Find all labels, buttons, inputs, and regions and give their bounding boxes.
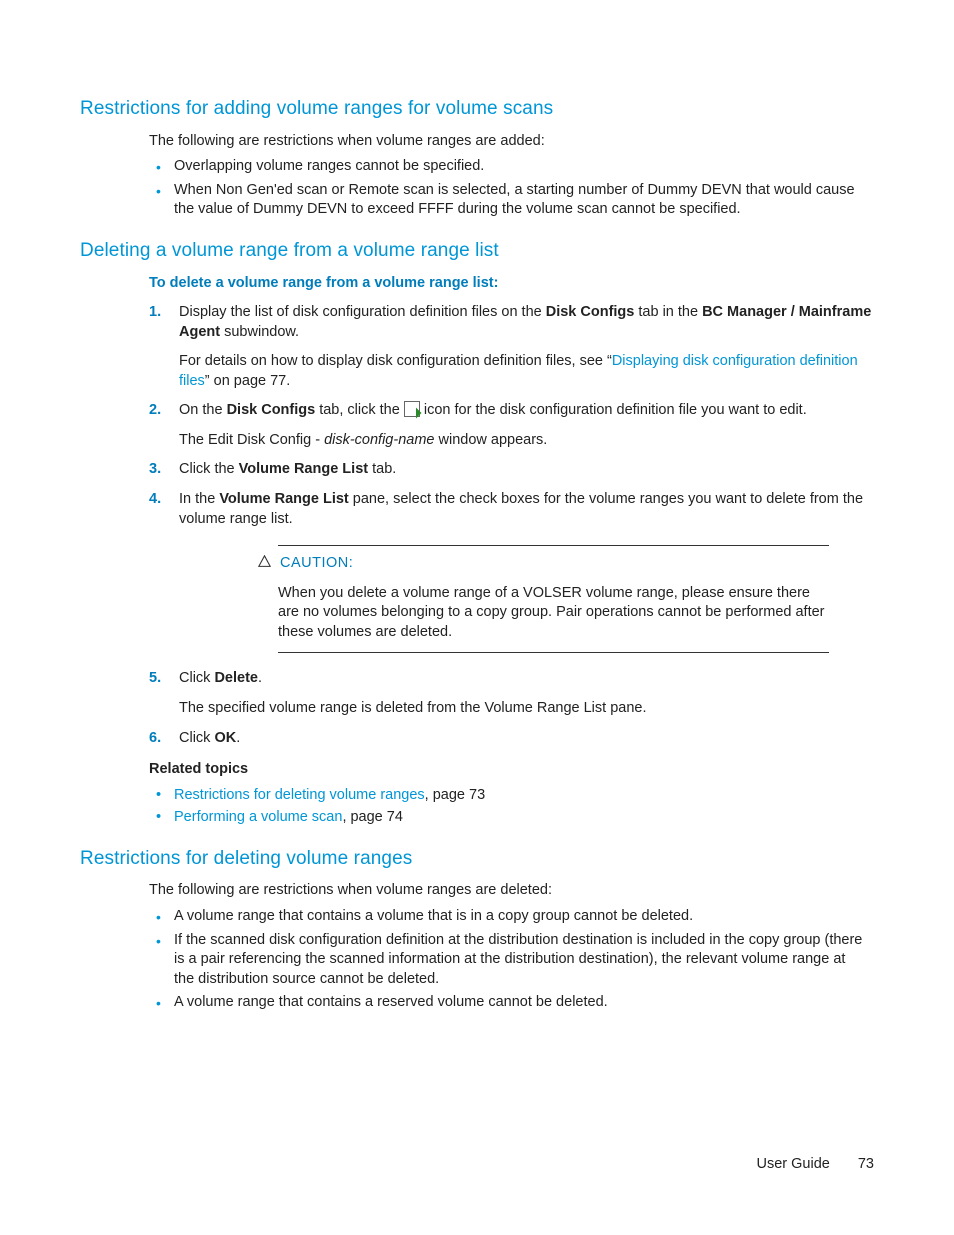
list-item: Performing a volume scan, page 74 [174,808,874,828]
ui-label: Disk Configs [227,402,316,418]
bullet-list: A volume range that contains a volume th… [174,907,874,1013]
text: tab, click the [315,402,404,418]
caution-text: When you delete a volume range of a VOLS… [278,584,829,643]
text: tab. [368,461,396,477]
text: Click [179,670,214,686]
related-topics-heading: Related topics [149,760,874,780]
paragraph: The following are restrictions when volu… [149,881,874,901]
footer-label: User Guide [756,1156,829,1172]
text: On the [179,402,227,418]
variable-text: disk-config-name [324,432,434,448]
step-1: Display the list of disk configuration d… [149,303,874,391]
text: For details on how to display disk confi… [179,353,612,369]
step-4: In the Volume Range List pane, select th… [149,490,874,653]
related-topics-list: Restrictions for deleting volume ranges,… [174,786,874,828]
heading-restrictions-add: Restrictions for adding volume ranges fo… [80,96,874,122]
list-item: Overlapping volume ranges cannot be spec… [174,157,874,177]
ui-label: OK [214,730,236,746]
procedure-title: To delete a volume range from a volume r… [149,274,874,294]
page-footer: User Guide 73 [756,1155,874,1175]
paragraph: The specified volume range is deleted fr… [179,699,874,719]
step-5: Click Delete. The specified volume range… [149,669,874,718]
ui-label: Disk Configs [546,304,635,320]
list-item: When Non Gen'ed scan or Remote scan is s… [174,181,874,220]
text: icon for the disk configuration definiti… [420,402,807,418]
ui-label: Volume Range List [239,461,368,477]
heading-restrictions-delete: Restrictions for deleting volume ranges [80,846,874,872]
caution-label: CAUTION: [280,555,353,571]
cross-reference-link[interactable]: Performing a volume scan [174,809,342,825]
text: , page 73 [425,787,485,803]
ordered-steps: Display the list of disk configuration d… [149,303,874,748]
heading-delete-range: Deleting a volume range from a volume ra… [80,238,874,264]
step-6: Click OK. [149,729,874,749]
list-item: If the scanned disk configuration defini… [174,931,874,990]
list-item: Restrictions for deleting volume ranges,… [174,786,874,806]
ui-label: Volume Range List [219,491,348,507]
list-item: A volume range that contains a volume th… [174,907,874,927]
caution-note: CAUTION: When you delete a volume range … [278,545,829,653]
text: window appears. [434,432,547,448]
paragraph: The following are restrictions when volu… [149,132,874,152]
text: Display the list of disk configuration d… [179,304,546,320]
cross-reference-link[interactable]: Restrictions for deleting volume ranges [174,787,425,803]
text: subwindow. [220,324,299,340]
caution-triangle-icon [258,555,271,568]
step-2: On the Disk Configs tab, click the icon … [149,401,874,450]
text: Click the [179,461,239,477]
text: In the [179,491,219,507]
ui-label: Delete [214,670,258,686]
page-number: 73 [858,1156,874,1172]
text: . [236,730,240,746]
text: . [258,670,262,686]
text: tab in the [634,304,702,320]
paragraph: For details on how to display disk confi… [179,352,874,391]
bullet-list: Overlapping volume ranges cannot be spec… [174,157,874,220]
text: ” on page 77. [205,373,290,389]
edit-icon [404,401,420,417]
list-item: A volume range that contains a reserved … [174,993,874,1013]
text: Click [179,730,214,746]
step-3: Click the Volume Range List tab. [149,460,874,480]
paragraph: The Edit Disk Config - disk-config-name … [179,431,874,451]
text: , page 74 [342,809,402,825]
text: The Edit Disk Config - [179,432,324,448]
